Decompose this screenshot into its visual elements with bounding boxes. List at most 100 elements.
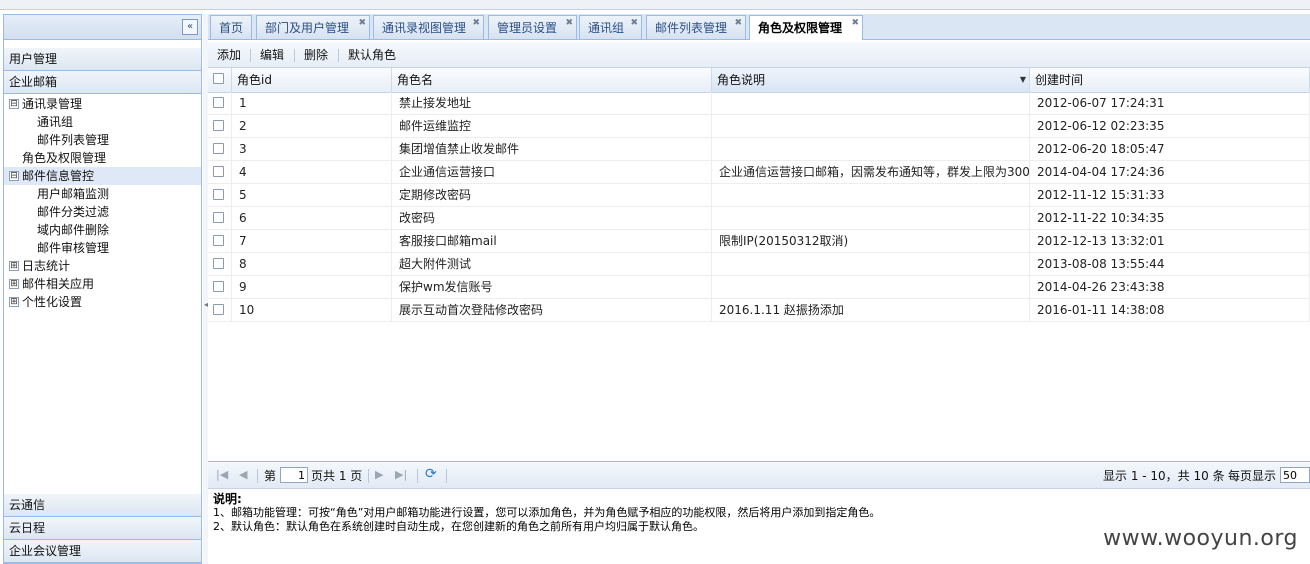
collapse-node-icon[interactable]: ⊟ [9,171,19,181]
add-button[interactable]: 添加 [217,42,241,68]
row-select-cell [208,161,232,183]
tree-item[interactable]: 通讯组 [4,113,201,131]
collapse-sidebar-icon[interactable]: « [182,19,198,35]
table-row[interactable]: 9 保护wm发信账号 2014-04-26 23:43:38 [208,276,1310,299]
tab-mail-list[interactable]: 邮件列表管理 ✖ [646,15,746,39]
tree-item[interactable]: 邮件列表管理 [4,131,201,149]
pagination-bar: |◀ ◀ 第 页共 1 页 ▶ ▶| ⟳ 显示 1 - 10，共 10 条 每页… [208,463,1310,489]
column-header-role-id[interactable]: 角色id [232,68,392,92]
cell-role-id: 1 [232,92,392,114]
cell-created-time: 2012-12-13 13:32:01 [1030,230,1310,252]
table-row[interactable]: 4 企业通信运营接口 企业通信运营接口邮箱，因需发布通知等，群发上限为300 2014… [208,161,1310,184]
cell-role-name: 保护wm发信账号 [392,276,712,298]
prev-page-icon[interactable]: ◀ [239,467,247,483]
close-tab-icon[interactable]: ✖ [630,11,638,35]
pager-separator [446,469,447,483]
row-checkbox[interactable] [213,281,224,292]
tab-contact-group[interactable]: 通讯组 ✖ [579,15,642,39]
default-role-button[interactable]: 默认角色 [348,42,396,68]
tab-roles-permissions[interactable]: 角色及权限管理 ✖ [749,15,863,40]
row-checkbox[interactable] [213,235,224,246]
tree-item[interactable]: ⊟ 通讯录管理 [4,95,201,113]
tab-bar: 首页 部门及用户管理 ✖ 通讯录视图管理 ✖ 管理员设置 ✖ 通讯组 ✖ 邮件列表管理 ✖… [208,14,1310,40]
expand-node-icon[interactable]: ⊞ [9,279,19,289]
sidebar-section-cloud-calendar[interactable]: 云日程 [4,517,201,540]
row-checkbox[interactable] [213,143,224,154]
tab-contacts-view[interactable]: 通讯录视图管理 ✖ [373,15,484,39]
table-row[interactable]: 7 客服接口邮箱mail 限制IP(20150312取消) 2012-12-13 13… [208,230,1310,253]
row-checkbox[interactable] [213,258,224,269]
tree-item[interactable]: ⊞ 邮件相关应用 [4,275,201,293]
row-checkbox[interactable] [213,120,224,131]
select-all-checkbox[interactable] [213,73,224,84]
cell-role-id: 5 [232,184,392,206]
close-tab-icon[interactable]: ✖ [358,11,366,35]
edit-button[interactable]: 编辑 [260,42,284,68]
first-page-icon[interactable]: |◀ [216,467,228,483]
tree-item[interactable]: 邮件分类过滤 [4,203,201,221]
cell-role-id: 3 [232,138,392,160]
per-page-input[interactable] [1280,467,1310,483]
refresh-icon[interactable]: ⟳ [425,466,437,482]
tree-item[interactable]: ⊞ 个性化设置 [4,293,201,311]
column-header-role-desc[interactable]: 角色说明 ▼ [712,68,1030,92]
table-row[interactable]: 3 集团增值禁止收发邮件 2012-06-20 18:05:47 [208,138,1310,161]
close-tab-icon[interactable]: ✖ [565,11,573,35]
table-row[interactable]: 8 超大附件测试 2013-08-08 13:55:44 [208,253,1310,276]
cell-created-time: 2016-01-11 14:38:08 [1030,299,1310,321]
next-page-icon[interactable]: ▶ [375,467,383,483]
row-checkbox[interactable] [213,97,224,108]
row-checkbox[interactable] [213,212,224,223]
table-row[interactable]: 2 邮件运维监控 2012-06-12 02:23:35 [208,115,1310,138]
cell-created-time: 2014-04-04 17:24:36 [1030,161,1310,183]
cell-role-name: 超大附件测试 [392,253,712,275]
column-menu-icon[interactable]: ▼ [1020,68,1026,92]
tree-item[interactable]: 角色及权限管理 [4,149,201,167]
table-row[interactable]: 1 禁止接发地址 2012-06-07 17:24:31 [208,92,1310,115]
grid-header: 角色id 角色名 角色说明 ▼ 创建时间 [208,68,1310,93]
tree-item[interactable]: 邮件审核管理 [4,239,201,257]
pager-separator [257,469,258,483]
close-tab-icon[interactable]: ✖ [851,11,859,35]
row-checkbox[interactable] [213,189,224,200]
table-row[interactable]: 6 改密码 2012-11-22 10:34:35 [208,207,1310,230]
tab-home[interactable]: 首页 [210,15,252,39]
tree-item-label: 用户邮箱监测 [37,187,110,201]
roles-grid: 角色id 角色名 角色说明 ▼ 创建时间 1 禁止接发地址 2012-06-07 1… [208,68,1310,462]
sidebar-section-user-management[interactable]: 用户管理 [4,48,201,71]
last-page-icon[interactable]: ▶| [395,467,407,483]
page-suffix: 页共 1 页 [311,469,363,483]
tree-item[interactable]: 域内邮件删除 [4,221,201,239]
cell-created-time: 2013-08-08 13:55:44 [1030,253,1310,275]
column-header-role-name[interactable]: 角色名 [392,68,712,92]
cell-role-name: 展示互动首次登陆修改密码 [392,299,712,321]
tree-item-label: 域内邮件删除 [37,223,110,237]
tab-dept-users[interactable]: 部门及用户管理 ✖ [256,15,370,39]
table-row[interactable]: 10 展示互动首次登陆修改密码 2016.1.11 赵振扬添加 2016-01-11 … [208,299,1310,322]
tree-item[interactable]: ⊟ 邮件信息管控 [4,167,201,185]
close-tab-icon[interactable]: ✖ [734,11,742,35]
close-tab-icon[interactable]: ✖ [472,11,480,35]
sidebar-section-enterprise-mail[interactable]: 企业邮箱 [4,71,201,94]
tree-item[interactable]: 用户邮箱监测 [4,185,201,203]
sidebar-section-meeting-management[interactable]: 企业会议管理 [4,540,201,563]
toolbar-separator [294,49,295,62]
sidebar-section-cloud-comm[interactable]: 云通信 [4,494,201,517]
cell-role-id: 7 [232,230,392,252]
tree-item[interactable]: ⊞ 日志统计 [4,257,201,275]
expand-node-icon[interactable]: ⊞ [9,297,19,307]
column-header-created-time[interactable]: 创建时间 [1030,68,1310,92]
collapse-node-icon[interactable]: ⊟ [9,99,19,109]
cell-role-desc [712,115,1030,137]
row-select-cell [208,115,232,137]
tab-admin-settings[interactable]: 管理员设置 ✖ [488,15,577,39]
row-checkbox[interactable] [213,166,224,177]
delete-button[interactable]: 删除 [304,42,328,68]
cell-role-desc [712,253,1030,275]
expand-node-icon[interactable]: ⊞ [9,261,19,271]
row-checkbox[interactable] [213,304,224,315]
cell-role-desc: 限制IP(20150312取消) [712,230,1030,252]
page-number-input[interactable] [280,467,308,483]
table-row[interactable]: 5 定期修改密码 2012-11-12 15:31:33 [208,184,1310,207]
tree-item-label: 通讯组 [37,115,74,129]
